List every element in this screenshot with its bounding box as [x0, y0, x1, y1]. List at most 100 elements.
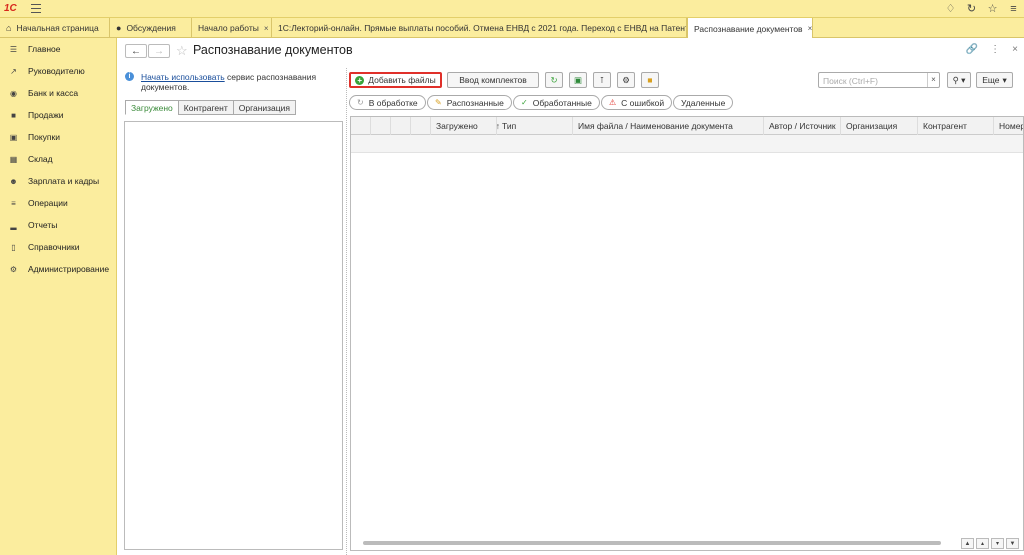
sidebar-item-purchases[interactable]: ▣ Покупки: [0, 129, 117, 145]
close-icon[interactable]: ×: [264, 24, 269, 33]
scroll-last-icon[interactable]: ▼: [1006, 538, 1019, 549]
column-header-icon3[interactable]: [391, 117, 411, 135]
filter-label: Удаленные: [681, 97, 726, 108]
gear-icon: ⚙: [622, 74, 630, 85]
add-files-button[interactable]: + Добавить файлы: [349, 72, 442, 88]
note-icon: ■: [647, 75, 653, 85]
back-button[interactable]: ←: [125, 44, 147, 58]
home-icon: ⌂: [6, 23, 12, 33]
menu-lines-icon[interactable]: ≡: [1007, 2, 1020, 15]
check-icon: ✓: [521, 98, 528, 107]
favorites-star-icon[interactable]: ☆: [986, 2, 999, 15]
close-icon[interactable]: ×: [808, 24, 812, 33]
sidebar-item-warehouse[interactable]: ▦ Склад: [0, 151, 117, 167]
favorite-star-icon[interactable]: ☆: [176, 43, 188, 59]
tab-doc-recognition[interactable]: Распознавание документов ×: [687, 18, 813, 39]
top-bar: 1С ♢ ↻ ☆ ≡: [0, 0, 1024, 18]
horizontal-scrollbar[interactable]: [363, 541, 941, 545]
column-header-author[interactable]: Автор / Источник: [764, 117, 841, 135]
sidebar-item-sales[interactable]: ■ Продажи: [0, 107, 117, 123]
paperclip-icon: ⊺: [599, 74, 605, 85]
app-logo[interactable]: 1С: [4, 3, 24, 15]
tab-loaded[interactable]: Загружено: [125, 100, 179, 115]
scroll-up-icon[interactable]: ▴: [976, 538, 989, 549]
book-icon: ▯: [11, 242, 16, 252]
column-header-icon1[interactable]: [351, 117, 371, 135]
plus-icon: +: [355, 75, 365, 85]
column-header-counterparty[interactable]: Контрагент: [918, 117, 994, 135]
documents-table: Загружено ↑ Тип Имя файла / Наименование…: [350, 116, 1024, 551]
top-icons: ♢ ↻ ☆ ≡: [944, 2, 1020, 16]
column-header-organization[interactable]: Организация: [841, 117, 918, 135]
warehouse-icon: ▦: [9, 154, 18, 164]
search-input[interactable]: Поиск (Ctrl+F) ×: [818, 72, 940, 88]
sidebar-item-main[interactable]: ☰ Главное: [0, 41, 117, 57]
chevron-down-icon: ▾: [1002, 74, 1007, 85]
sidebar-item-operations[interactable]: ≡ Операции: [0, 195, 117, 211]
refresh-button[interactable]: ↻: [545, 72, 563, 88]
sidebar-item-admin[interactable]: ⚙ Администрирование: [0, 261, 117, 277]
sidebar-item-salary[interactable]: ☻ Зарплата и кадры: [0, 173, 117, 189]
search-button[interactable]: ⚲ ▾: [947, 72, 971, 88]
forward-button[interactable]: →: [148, 44, 170, 58]
filter-error[interactable]: ⚠ С ошибкой: [601, 95, 673, 110]
tab-counterparty[interactable]: Контрагент: [177, 100, 234, 115]
filter-deleted[interactable]: Удаленные: [673, 95, 734, 110]
attach-button[interactable]: ⊺: [593, 72, 611, 88]
sidebar-item-manager[interactable]: ↗ Руководителю: [0, 63, 117, 79]
tab-organization[interactable]: Организация: [232, 100, 296, 115]
sidebar-item-bank[interactable]: ◉ Банк и касса: [0, 85, 117, 101]
sidebar-item-label: Покупки: [28, 132, 60, 142]
tab-lectorium[interactable]: 1С:Лекторий-онлайн. Прямые выплаты пособ…: [272, 18, 687, 38]
sidebar-item-directories[interactable]: ▯ Справочники: [0, 239, 117, 255]
close-icon[interactable]: ×: [1012, 44, 1018, 55]
image-button[interactable]: ▣: [569, 72, 587, 88]
table-header: Загружено ↑ Тип Имя файла / Наименование…: [351, 117, 1023, 135]
column-header-loaded[interactable]: Загружено ↑: [431, 117, 500, 135]
more-vertical-icon[interactable]: ⋮: [990, 44, 1000, 55]
sidebar-item-label: Администрирование: [28, 264, 110, 274]
link-icon[interactable]: 🔗: [966, 44, 978, 55]
sidebar-item-reports[interactable]: ▂ Отчеты: [0, 217, 117, 233]
left-panel-list[interactable]: [124, 121, 343, 550]
filter-processed[interactable]: ✓ Обработанные: [513, 95, 600, 110]
filter-processing[interactable]: ↻ В обработке: [349, 95, 426, 110]
scroll-buttons: ▲ ▴ ▾ ▼: [961, 538, 1019, 549]
more-button[interactable]: Еще ▾: [976, 72, 1013, 88]
image-icon: ▣: [573, 74, 583, 85]
sets-input-button[interactable]: Ввод комплектов: [447, 72, 539, 88]
trend-icon: ↗: [10, 66, 17, 76]
sidebar-item-label: Продажи: [28, 110, 64, 120]
settings-button[interactable]: ⚙: [617, 72, 635, 88]
filter-recognized[interactable]: ✎ Распознанные: [427, 95, 512, 110]
scroll-first-icon[interactable]: ▲: [961, 538, 974, 549]
history-icon[interactable]: ↻: [965, 2, 978, 15]
scroll-down-icon[interactable]: ▾: [991, 538, 1004, 549]
tab-getting-started[interactable]: Начало работы ×: [192, 18, 272, 38]
panel-splitter[interactable]: [346, 68, 347, 555]
column-header-number[interactable]: Номер: [994, 117, 1023, 135]
table-row[interactable]: [351, 135, 1023, 153]
column-header-filename[interactable]: Имя файла / Наименование документа: [573, 117, 764, 135]
start-using-link[interactable]: Начать использовать: [141, 72, 225, 82]
more-label: Еще: [982, 75, 1000, 85]
search-clear-button[interactable]: ×: [927, 73, 939, 87]
filter-label: Обработанные: [532, 97, 592, 108]
bell-icon[interactable]: ♢: [944, 2, 957, 15]
note-button[interactable]: ■: [641, 72, 659, 88]
column-header-icon2[interactable]: [371, 117, 391, 135]
sidebar: ☰ Главное ↗ Руководителю ◉ Банк и касса ■ Пр…: [0, 38, 117, 555]
tab-label: Начальная страница: [16, 23, 99, 33]
tab-discussions[interactable]: ● Обсуждения: [110, 18, 192, 38]
tab-home[interactable]: ⌂ Начальная страница: [0, 18, 110, 38]
column-header-icon4[interactable]: [411, 117, 431, 135]
bank-icon: ◉: [10, 88, 17, 98]
column-header-type[interactable]: Тип: [497, 117, 573, 135]
menu-burger-icon[interactable]: [31, 4, 41, 13]
search-placeholder: Поиск (Ctrl+F): [823, 76, 878, 86]
page-title: Распознавание документов: [193, 43, 353, 57]
info-message: Начать использовать сервис распознавания…: [141, 72, 341, 92]
reports-icon: ▂: [10, 220, 17, 230]
cart-icon: ▣: [9, 132, 18, 142]
person-icon: ☻: [9, 176, 18, 186]
